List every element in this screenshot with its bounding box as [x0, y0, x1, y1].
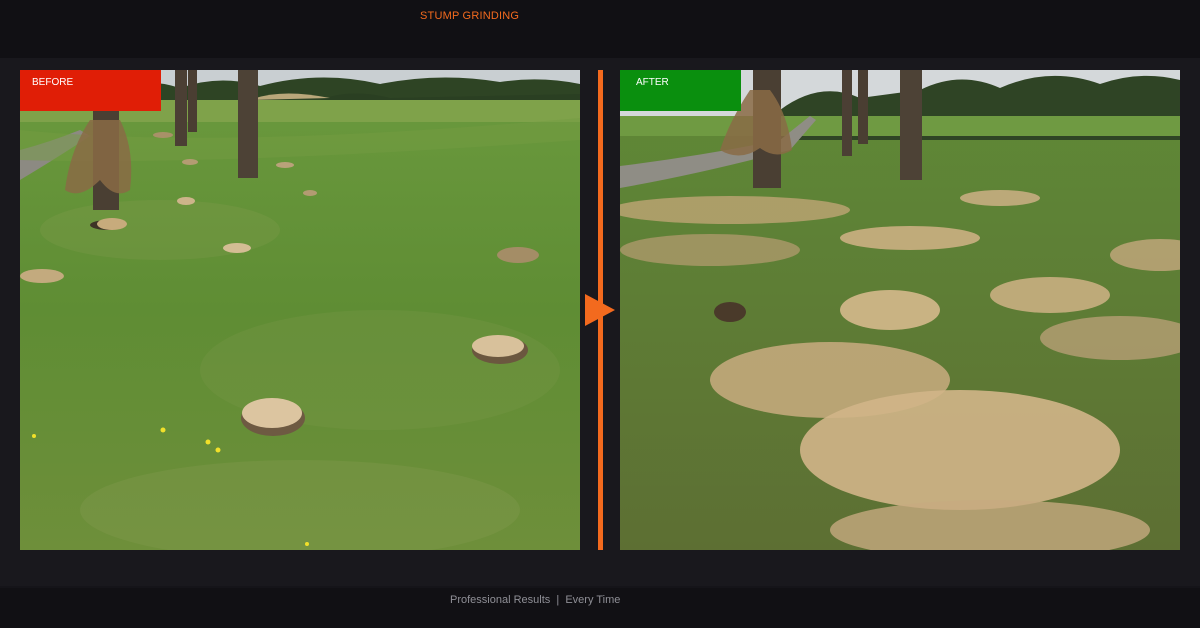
footer-bar: Professional Results | Every Time	[0, 588, 1200, 628]
page-title: STUMP GRINDING	[420, 10, 520, 22]
after-photo: AFTER	[620, 70, 1180, 550]
header-bar: STUMP GRINDING	[0, 0, 1200, 58]
play-arrow-icon	[585, 294, 615, 326]
after-image	[620, 70, 1180, 550]
before-image	[20, 70, 580, 550]
before-badge: BEFORE	[20, 70, 161, 111]
before-photo: BEFORE	[20, 70, 580, 550]
after-badge: AFTER	[620, 70, 741, 111]
footer-tagline: Professional Results | Every Time	[450, 594, 621, 606]
